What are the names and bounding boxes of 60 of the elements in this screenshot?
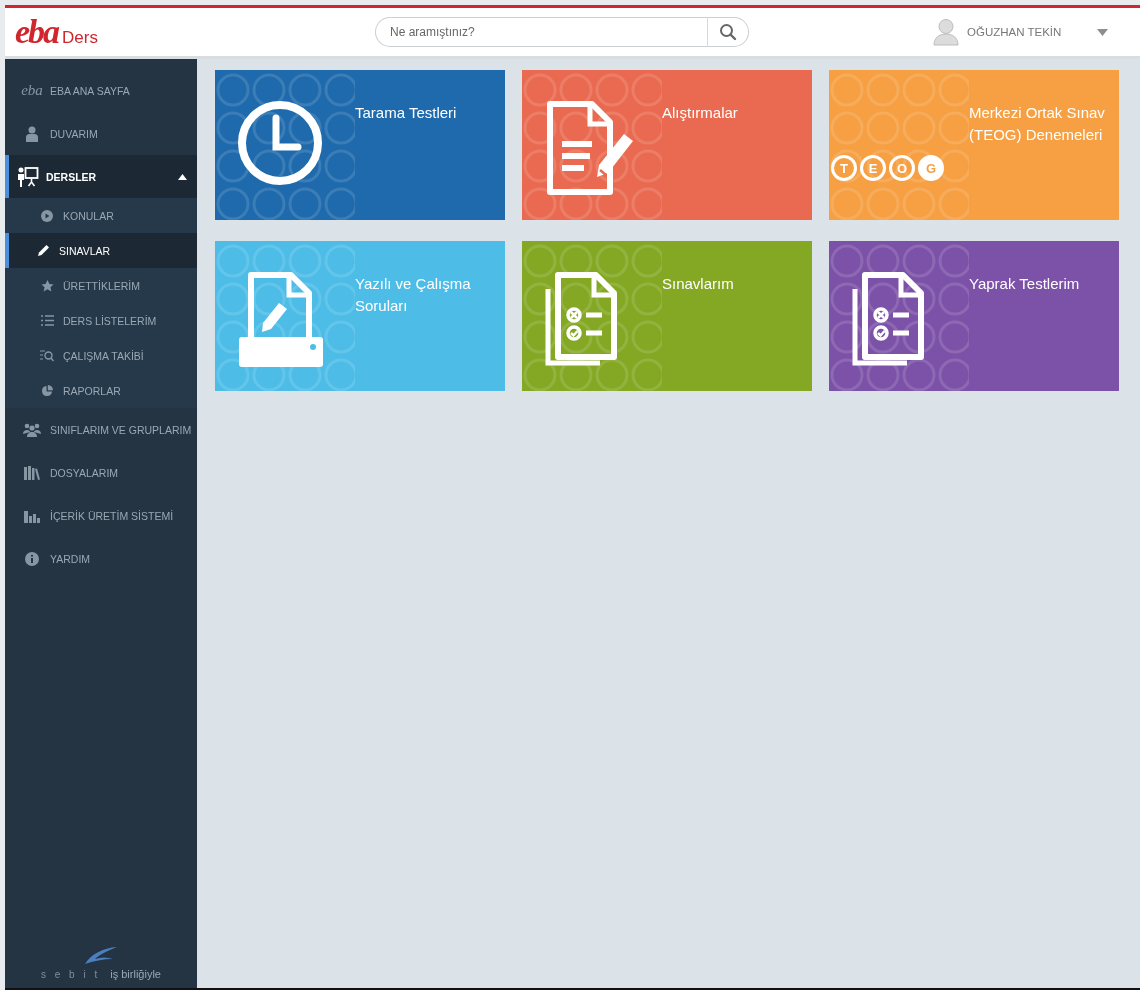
info-icon	[25, 551, 39, 566]
caret-icon[interactable]	[178, 173, 187, 180]
sidebar-item[interactable]: DUVARIM	[5, 112, 197, 155]
item-label: YARDIM	[50, 552, 92, 565]
letter-badge: T	[831, 155, 857, 181]
item-label: DERS LİSTELERİM	[63, 314, 158, 327]
sidebar-item[interactable]: eba EBA ANA SAYFA	[5, 69, 197, 112]
item-label: SINAVLAR	[59, 244, 112, 257]
search-list-icon	[40, 349, 54, 362]
item-label: DOSYALARIM	[50, 466, 120, 479]
user-name[interactable]: OĞUZHAN TEKİN	[967, 26, 1062, 38]
partner-logo-text: s e b i t	[41, 969, 101, 980]
sidebar-item[interactable]: İÇERİK ÜRETİM SİSTEMİ	[5, 494, 197, 537]
sidebar-item[interactable]: DOSYALARIM	[5, 451, 197, 494]
swoosh-logo-icon	[83, 946, 119, 966]
star-icon	[40, 279, 54, 292]
category-tile[interactable]: Yaprak Testlerim	[829, 241, 1119, 391]
item-label: EBA ANA SAYFA	[50, 84, 131, 97]
play-icon	[41, 209, 53, 222]
pie-chart-icon	[41, 384, 53, 397]
category-tile[interactable]: Sınavlarım	[522, 241, 812, 391]
documents-checklist-icon	[851, 271, 925, 367]
group-icon	[22, 422, 42, 437]
clock-icon	[237, 100, 323, 186]
list-icon	[40, 315, 54, 326]
search-field[interactable]: Ne aramıştınız?	[375, 17, 707, 47]
sidebar-item[interactable]: YARDIM	[5, 537, 197, 580]
letter-badge: G	[918, 155, 944, 181]
presentation-icon	[17, 166, 39, 187]
item-label: ÜRETTİKLERİM	[63, 279, 141, 292]
sidebar-subitem[interactable]: DERS LİSTELERİM	[5, 303, 197, 338]
item-label: DUVARIM	[50, 127, 99, 140]
sidebar-subitem[interactable]: SINAVLAR	[5, 233, 197, 268]
item-label: RAPORLAR	[63, 384, 122, 397]
item-label: SINIFLARIM VE GRUPLARIM	[50, 423, 192, 436]
product-name: Ders	[62, 28, 98, 48]
search-button[interactable]	[707, 17, 749, 47]
item-label: KONULAR	[63, 209, 115, 222]
bar-chart-icon	[24, 508, 40, 523]
letter-badge: O	[889, 155, 915, 181]
letter-badge: E	[860, 155, 886, 181]
category-tile[interactable]: Alıştırmalar	[522, 70, 812, 220]
documents-checklist-icon	[544, 271, 618, 367]
pencil-icon	[36, 244, 50, 257]
sidebar-item[interactable]: SINIFLARIM VE GRUPLARIM	[5, 408, 197, 451]
person-icon	[25, 125, 39, 142]
sidebar-subitem[interactable]: RAPORLAR	[5, 373, 197, 408]
logo-mark[interactable]: eba	[15, 15, 59, 49]
item-label: DERSLER	[46, 170, 98, 183]
footer-text: iş birliğiyle	[110, 968, 161, 980]
sidebar-subitem[interactable]: ÜRETTİKLERİM	[5, 268, 197, 303]
category-tile[interactable]: Tarama Testleri	[215, 70, 505, 220]
item-label: ÇALIŞMA TAKİBİ	[63, 349, 145, 362]
sidebar-subitem[interactable]: ÇALIŞMA TAKİBİ	[5, 338, 197, 373]
sidebar-item[interactable]: DERSLER	[5, 155, 197, 198]
books-icon	[24, 465, 40, 480]
sidebar-subitem[interactable]: KONULAR	[5, 198, 197, 233]
logo-mark: eba	[21, 83, 43, 98]
item-label: İÇERİK ÜRETİM SİSTEMİ	[50, 509, 175, 522]
search-icon	[719, 23, 737, 41]
